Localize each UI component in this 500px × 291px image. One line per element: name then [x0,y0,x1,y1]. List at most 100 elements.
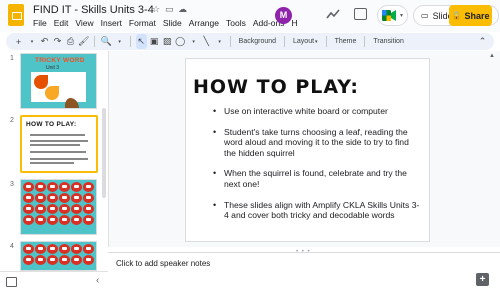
leaf-icon [59,255,70,265]
leaf-icon [47,204,58,214]
list-item: When the squirrel is found, celebrate an… [213,168,423,189]
slide-bullet-list[interactable]: Use on interactive white board or comput… [213,106,423,231]
thumb-subtitle: Unit 3 [46,65,60,71]
slide-number: 3 [10,181,14,188]
leaf-icon [83,204,94,214]
extension-icon[interactable]: M [275,7,292,24]
background-button[interactable]: Background [236,34,279,49]
new-slide-dropdown[interactable]: ▾ [26,34,37,49]
chevron-down-icon: ▾ [315,38,318,45]
grid-view-icon[interactable] [6,277,17,287]
layout-label: Layout [293,38,315,45]
chevron-left-icon[interactable]: ‹ [96,275,99,286]
leaf-icon [35,244,46,254]
select-cursor-icon[interactable]: ↖ [135,34,147,49]
slide-thumbnail-2[interactable]: HOW TO PLAY: [20,115,98,173]
meet-present-button[interactable]: ▾ [377,5,409,26]
filmstrip: 1 TRICKY WORD Unit 3 2 HOW TO PLAY: 3 4 [0,51,108,271]
chevron-down-icon: ▾ [400,13,404,19]
leaf-icon [59,204,70,214]
transition-button[interactable]: Transition [370,34,406,49]
leaf-icon [35,255,46,265]
meet-icon [382,10,396,21]
chevron-down-icon: ▾ [118,38,121,45]
explore-plus-icon[interactable]: + [476,273,489,286]
leaf-icon [83,244,94,254]
leaf-icon [83,182,94,192]
slide-number: 1 [10,55,14,62]
line-dropdown[interactable]: ▾ [214,34,225,49]
thumb-text-line [30,134,85,136]
menu-view[interactable]: View [72,18,97,28]
toolbar: + ▾ ↶ ↷ ⎙ 🖌 🔍 ▾ ↖ ▣ ▨ ◯ ▾ ╲ ▾ Background… [6,33,494,50]
leaf-icon [71,204,82,214]
leaf-icon [35,182,46,192]
leaf-icon [47,255,58,265]
squirrel-icon [65,98,79,108]
slide-title[interactable]: HOW TO PLAY: [193,76,359,98]
leaf-icon [23,244,34,254]
leaf-icon [23,204,34,214]
leaf-icon [83,255,94,265]
leaf-icon [23,255,34,265]
document-title[interactable]: FIND IT - Skills Units 3-4 [33,4,154,16]
menu-slide[interactable]: Slide [159,18,185,28]
speaker-notes[interactable]: Click to add speaker notes + [108,252,500,291]
leaf-grid [23,182,94,225]
leaf-grid [23,244,94,265]
share-button[interactable]: 🔒 Share [449,5,492,26]
slide-thumbnail-1[interactable]: TRICKY WORD Unit 3 [20,53,97,109]
list-item: Use on interactive white board or comput… [213,106,423,117]
text-box-icon[interactable]: ▣ [149,34,160,49]
slides-logo-icon[interactable] [8,4,24,26]
leaf-icon [83,215,94,225]
zoom-dropdown[interactable]: ▾ [114,34,125,49]
activity-dashboard-icon[interactable] [326,7,340,21]
filmstrip-scrollbar[interactable] [102,108,106,198]
line-icon[interactable]: ╲ [201,34,212,49]
leaf-icon [47,244,58,254]
cloud-status-icon[interactable]: ☁ [178,4,187,15]
leaf-icon [59,215,70,225]
leaf-icon [71,215,82,225]
leaf-icon [71,255,82,265]
menu-tools[interactable]: Tools [222,18,249,28]
undo-icon[interactable]: ↶ [39,34,50,49]
layout-button[interactable]: Layout ▾ [290,34,321,49]
thumb-text-line [30,162,74,164]
divider [325,36,327,47]
menu-insert[interactable]: Insert [97,18,125,28]
lock-icon: 🔒 [451,11,462,20]
menu-edit[interactable]: Edit [50,18,72,28]
menu-bar: File Edit View Insert Format Slide Arran… [33,18,301,28]
theme-button[interactable]: Theme [332,34,360,49]
collapse-toolbar-icon[interactable]: ⌃ [477,34,488,49]
new-slide-icon[interactable]: + [13,34,24,49]
move-folder-icon[interactable]: ▭ [165,4,174,15]
comment-icon[interactable] [354,8,367,20]
scroll-up-icon[interactable]: ▲ [489,53,495,59]
leaf-icon [59,193,70,203]
current-slide[interactable]: HOW TO PLAY: Use on interactive white bo… [186,59,429,241]
leaf-icon [59,244,70,254]
menu-arrange[interactable]: Arrange [185,18,222,28]
print-icon[interactable]: ⎙ [65,34,76,49]
leaf-icon [23,182,34,192]
star-icon[interactable]: ☆ [152,4,160,15]
zoom-icon[interactable]: 🔍 [100,34,111,49]
slide-thumbnail-4[interactable] [20,241,97,271]
slide-thumbnail-3[interactable] [20,179,97,235]
leaf-icon [71,193,82,203]
shape-dropdown[interactable]: ▾ [188,34,199,49]
leaf-icon [35,215,46,225]
leaf-icon [35,193,46,203]
slide-number: 4 [10,243,14,250]
shape-icon[interactable]: ◯ [175,34,186,49]
menu-file[interactable]: File [33,18,50,28]
paint-format-icon[interactable]: 🖌 [78,34,89,49]
image-icon[interactable]: ▨ [162,34,173,49]
redo-icon[interactable]: ↷ [52,34,63,49]
menu-format[interactable]: Format [125,18,159,28]
list-item: These slides align with Amplify CKLA Ski… [213,200,423,221]
chevron-down-icon: ▾ [218,38,221,45]
